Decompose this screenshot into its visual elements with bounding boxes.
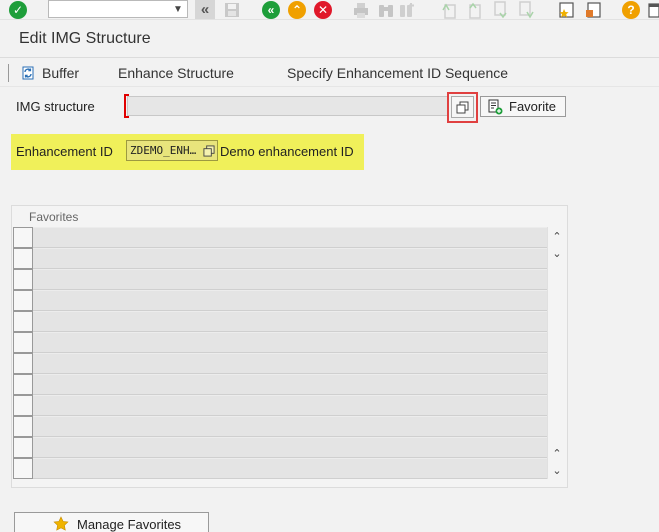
chevron-down-icon[interactable]: ▼ — [171, 1, 185, 17]
table-row[interactable] — [13, 227, 547, 248]
row-selector[interactable] — [13, 332, 33, 353]
img-structure-label: IMG structure — [16, 99, 95, 114]
favorite-button-label: Favorite — [509, 99, 556, 114]
last-page-icon — [519, 1, 534, 19]
enhancement-id-label: Enhancement ID — [16, 144, 113, 159]
row-selector[interactable] — [13, 353, 33, 374]
refresh-icon — [22, 66, 34, 80]
value-help-icon — [203, 144, 215, 157]
value-help-button[interactable] — [451, 96, 474, 118]
row-selector[interactable] — [13, 395, 33, 416]
green-check-icon[interactable]: ✓ — [9, 1, 27, 19]
save-icon — [225, 3, 239, 17]
add-favorite-icon — [488, 99, 503, 114]
img-structure-input[interactable] — [127, 96, 449, 116]
star-icon — [53, 516, 69, 531]
manage-favorites-label: Manage Favorites — [77, 516, 182, 532]
chevron-down-icon[interactable]: ⌄ — [548, 463, 566, 477]
first-page-icon — [442, 3, 456, 19]
favorites-table — [13, 227, 547, 479]
help-icon[interactable]: ? — [622, 1, 640, 19]
table-row[interactable] — [13, 374, 547, 395]
table-cell[interactable] — [33, 269, 547, 290]
table-row[interactable] — [13, 311, 547, 332]
table-cell[interactable] — [33, 374, 547, 395]
chevron-up-icon[interactable]: ⌃ — [548, 229, 566, 243]
row-selector[interactable] — [13, 416, 33, 437]
enhancement-id-value-help[interactable] — [201, 141, 217, 160]
find-icon — [379, 5, 393, 17]
create-session-icon[interactable] — [557, 1, 575, 19]
enhancement-id-sequence-button[interactable]: Specify Enhancement ID Sequence — [287, 64, 508, 82]
table-row[interactable] — [13, 332, 547, 353]
row-selector[interactable] — [13, 437, 33, 458]
enhance-structure-button[interactable]: Enhance Structure — [118, 64, 234, 82]
page-title: Edit IMG Structure — [19, 30, 151, 47]
table-cell[interactable] — [33, 290, 547, 311]
cancel-icon[interactable]: ✕ — [314, 1, 332, 19]
table-row[interactable] — [13, 458, 547, 479]
table-cell[interactable] — [33, 227, 547, 248]
next-page-icon — [494, 1, 507, 19]
buffer-button[interactable]: Buffer — [20, 64, 79, 82]
value-help-icon — [456, 101, 469, 113]
row-selector[interactable] — [13, 458, 33, 479]
table-row[interactable] — [13, 248, 547, 269]
previous-page-icon — [469, 2, 481, 19]
table-cell[interactable] — [33, 458, 547, 479]
favorites-title: Favorites — [29, 210, 79, 224]
table-cell[interactable] — [33, 248, 547, 269]
table-cell[interactable] — [33, 395, 547, 416]
row-selector[interactable] — [13, 248, 33, 269]
toolbar-separator — [8, 64, 9, 82]
table-row[interactable] — [13, 395, 547, 416]
double-left-icon[interactable]: « — [195, 0, 215, 19]
find-next-icon — [400, 3, 414, 17]
table-row[interactable] — [13, 437, 547, 458]
favorite-button[interactable]: Favorite — [480, 96, 566, 117]
table-row[interactable] — [13, 416, 547, 437]
table-cell[interactable] — [33, 437, 547, 458]
application-toolbar: Buffer Enhance Structure Specify Enhance… — [0, 57, 659, 87]
chevron-up-icon[interactable]: ⌃ — [548, 446, 566, 460]
table-row[interactable] — [13, 269, 547, 290]
table-cell[interactable] — [33, 353, 547, 374]
table-cell[interactable] — [33, 332, 547, 353]
table-cell[interactable] — [33, 416, 547, 437]
table-cell[interactable] — [33, 311, 547, 332]
print-icon — [354, 3, 368, 18]
row-selector[interactable] — [13, 227, 33, 248]
shortcut-icon[interactable] — [584, 1, 602, 19]
chevron-down-icon[interactable]: ⌄ — [548, 246, 566, 260]
system-toolbar: ✓ ▼ « « ⌃ ✕ ? — [0, 0, 659, 20]
table-row[interactable] — [13, 290, 547, 311]
layout-icon[interactable] — [648, 1, 659, 19]
manage-favorites-button[interactable]: Manage Favorites — [14, 512, 209, 532]
table-row[interactable] — [13, 353, 547, 374]
exit-icon[interactable]: ⌃ — [288, 1, 306, 19]
row-selector[interactable] — [13, 269, 33, 290]
row-selector[interactable] — [13, 374, 33, 395]
back-icon[interactable]: « — [262, 1, 280, 19]
command-field[interactable]: ▼ — [48, 0, 188, 18]
row-selector[interactable] — [13, 311, 33, 332]
favorites-scrollbar[interactable]: ⌃ ⌄ ⌃ ⌄ — [547, 227, 565, 479]
enhancement-id-description: Demo enhancement ID — [220, 144, 354, 159]
buffer-label: Buffer — [42, 65, 80, 81]
row-selector[interactable] — [13, 290, 33, 311]
